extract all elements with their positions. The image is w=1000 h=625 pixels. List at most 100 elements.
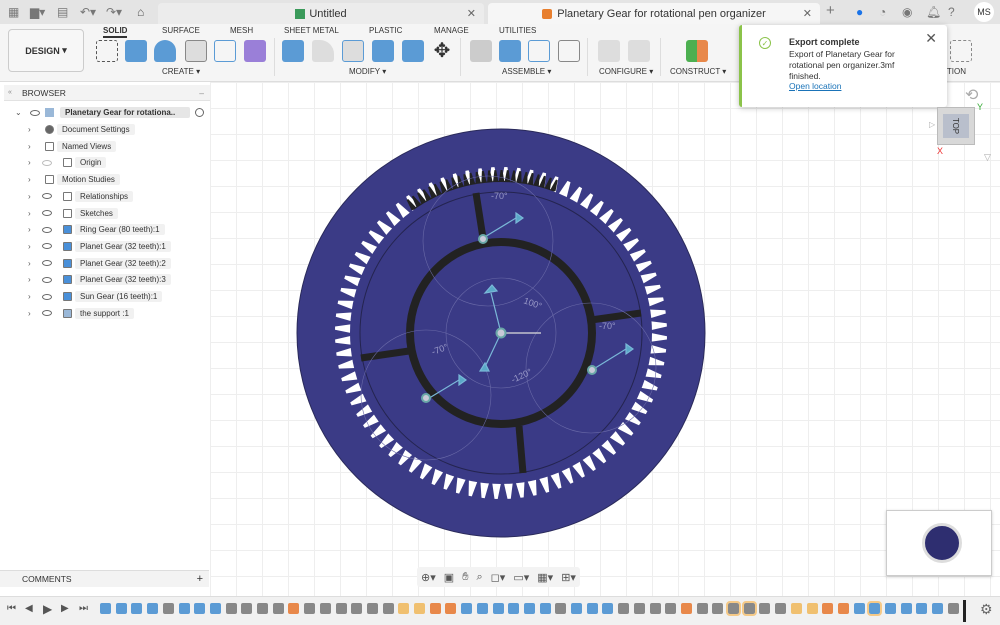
browser-root[interactable]: ⌄ Planetary Gear for rotationa.. — [4, 105, 210, 120]
timeline-feature-icon[interactable] — [147, 603, 159, 614]
timeline-feature-icon[interactable] — [366, 603, 378, 614]
configure-menu[interactable]: CONFIGURE ▾ — [599, 67, 653, 76]
view-cube-top-face[interactable]: TOP — [943, 114, 969, 138]
inspect-icon[interactable] — [950, 40, 972, 62]
browser-item[interactable]: › Ring Gear (80 teeth):1 — [4, 222, 210, 237]
timeline-feature-icon[interactable] — [257, 603, 268, 614]
timeline-feature-icon[interactable] — [194, 603, 206, 614]
save-icon[interactable]: ▤ — [57, 5, 68, 19]
timeline-feature-icon[interactable] — [241, 603, 253, 614]
view-cube[interactable]: TOP — [937, 107, 975, 145]
timeline-feature-icon[interactable] — [445, 603, 457, 614]
timeline-feature-icon[interactable] — [131, 603, 143, 614]
timeline-settings-icon[interactable]: ⚙ — [980, 601, 993, 618]
create-menu[interactable]: CREATE ▾ — [162, 67, 200, 76]
close-notification-icon[interactable]: ✕ — [925, 30, 937, 47]
new-tab-icon[interactable]: + — [826, 2, 835, 19]
chevron-right-icon[interactable]: › — [28, 175, 31, 184]
look-at-icon[interactable]: ▣ — [444, 571, 454, 584]
tab-sheet-metal[interactable]: SHEET METAL — [284, 26, 339, 35]
orbit-icon[interactable]: ⊕▾ — [421, 571, 436, 584]
redo-icon[interactable]: ↷▾ — [106, 5, 122, 19]
apps-grid-icon[interactable]: ▦ — [8, 5, 19, 19]
timeline-feature-icon[interactable] — [209, 603, 221, 614]
minimize-icon[interactable]: – — [199, 88, 204, 98]
timeline-feature-icon[interactable] — [272, 603, 284, 614]
grid-icon[interactable]: ▦▾ — [537, 571, 553, 584]
split-body-icon[interactable] — [402, 40, 424, 62]
timeline-feature-icon[interactable] — [288, 603, 300, 614]
comments-panel[interactable]: COMMENTS + — [0, 570, 209, 587]
go-to-end-icon[interactable]: ⏭ — [79, 603, 88, 614]
tab-plastic[interactable]: PLASTIC — [369, 26, 402, 35]
timeline-feature-icon[interactable] — [162, 603, 174, 614]
eye-icon[interactable] — [42, 310, 52, 317]
move-icon[interactable]: ✥ — [431, 40, 453, 62]
configure-icon[interactable] — [598, 40, 620, 62]
timeline-feature-icon[interactable] — [586, 603, 598, 614]
fit-icon[interactable]: ◻▾ — [491, 571, 506, 584]
chevron-right-icon[interactable]: › — [28, 125, 31, 134]
chevron-down-icon[interactable]: ⌄ — [15, 108, 22, 117]
shell-icon[interactable] — [342, 40, 364, 62]
timeline-feature-icon[interactable] — [115, 603, 127, 614]
timeline-feature-icon[interactable] — [429, 603, 441, 614]
display-settings-icon[interactable]: ▭▾ — [513, 571, 529, 584]
close-tab-icon[interactable]: ✕ — [467, 7, 476, 20]
browser-item[interactable]: › Origin — [4, 155, 210, 170]
timeline-feature-icon[interactable] — [900, 603, 912, 614]
new-component-icon[interactable] — [499, 40, 521, 62]
viewports-icon[interactable]: ⊞▾ — [561, 571, 576, 584]
zoom-icon[interactable]: ⌕ — [476, 571, 482, 584]
as-built-joint-icon[interactable] — [528, 40, 550, 62]
help-icon[interactable]: ? — [948, 5, 955, 19]
timeline-feature-icon[interactable] — [916, 603, 928, 614]
file-menu-icon[interactable]: ▆▾ — [30, 5, 45, 19]
timeline-feature-icon[interactable] — [178, 603, 190, 614]
timeline-feature-icon[interactable] — [741, 601, 757, 616]
press-pull-icon[interactable] — [282, 40, 304, 62]
revolve-icon[interactable] — [154, 40, 176, 62]
browser-item[interactable]: › Sun Gear (16 teeth):1 — [4, 289, 210, 304]
browser-item[interactable]: › Named Views — [4, 139, 210, 154]
browser-item[interactable]: › Motion Studies — [4, 172, 210, 187]
timeline-feature-icon[interactable] — [571, 603, 582, 614]
timeline-feature-icon[interactable] — [775, 603, 787, 614]
timeline-feature-icon[interactable] — [680, 603, 692, 614]
browser-item[interactable]: › Planet Gear (32 teeth):3 — [4, 272, 210, 287]
inspection-menu[interactable]: INSPECTION — [944, 67, 966, 76]
timeline-feature-icon[interactable] — [304, 603, 316, 614]
chevron-right-icon[interactable]: › — [28, 142, 31, 151]
timeline-feature-icon[interactable] — [461, 603, 473, 614]
modify-menu[interactable]: MODIFY ▾ — [349, 67, 386, 76]
form-icon[interactable] — [244, 40, 266, 62]
extensions-icon[interactable]: ◔ — [879, 5, 886, 19]
timeline-feature-icon[interactable] — [712, 603, 724, 614]
tab-planetary-gear[interactable]: Planetary Gear for rotational pen organi… — [488, 3, 820, 24]
timeline-feature-icon[interactable] — [602, 603, 614, 614]
timeline-feature-icon[interactable] — [555, 603, 567, 614]
config-table-icon[interactable] — [628, 40, 650, 62]
timeline-feature-icon[interactable] — [947, 603, 959, 614]
tab-solid[interactable]: SOLID — [103, 26, 128, 38]
tab-manage[interactable]: MANAGE — [434, 26, 469, 35]
tab-utilities[interactable]: UTILITIES — [499, 26, 536, 35]
construct-plane-icon[interactable] — [686, 40, 708, 62]
eye-icon[interactable] — [30, 109, 40, 116]
tab-untitled[interactable]: Untitled ✕ — [158, 3, 484, 24]
browser-item[interactable]: › Document Settings — [4, 122, 210, 137]
timeline-feature-icon[interactable] — [885, 603, 896, 614]
chevron-right-icon[interactable]: › — [28, 192, 31, 201]
gear-model-viewport[interactable]: -70° 100° -70° -70° -120° — [290, 125, 715, 545]
eye-icon[interactable] — [42, 243, 52, 250]
timeline-feature-icon[interactable] — [335, 603, 347, 614]
timeline-marker[interactable] — [963, 600, 966, 622]
timeline-feature-icon[interactable] — [508, 603, 520, 614]
step-forward-icon[interactable]: ▶ — [61, 603, 69, 614]
chevron-right-icon[interactable]: › — [28, 292, 31, 301]
timeline-feature-icon[interactable] — [414, 603, 425, 614]
timeline-feature-icon[interactable] — [853, 603, 865, 614]
undo-icon[interactable]: ↶▾ — [80, 5, 96, 19]
chevron-right-icon[interactable]: › — [28, 275, 31, 284]
assemble-menu[interactable]: ASSEMBLE ▾ — [502, 67, 551, 76]
